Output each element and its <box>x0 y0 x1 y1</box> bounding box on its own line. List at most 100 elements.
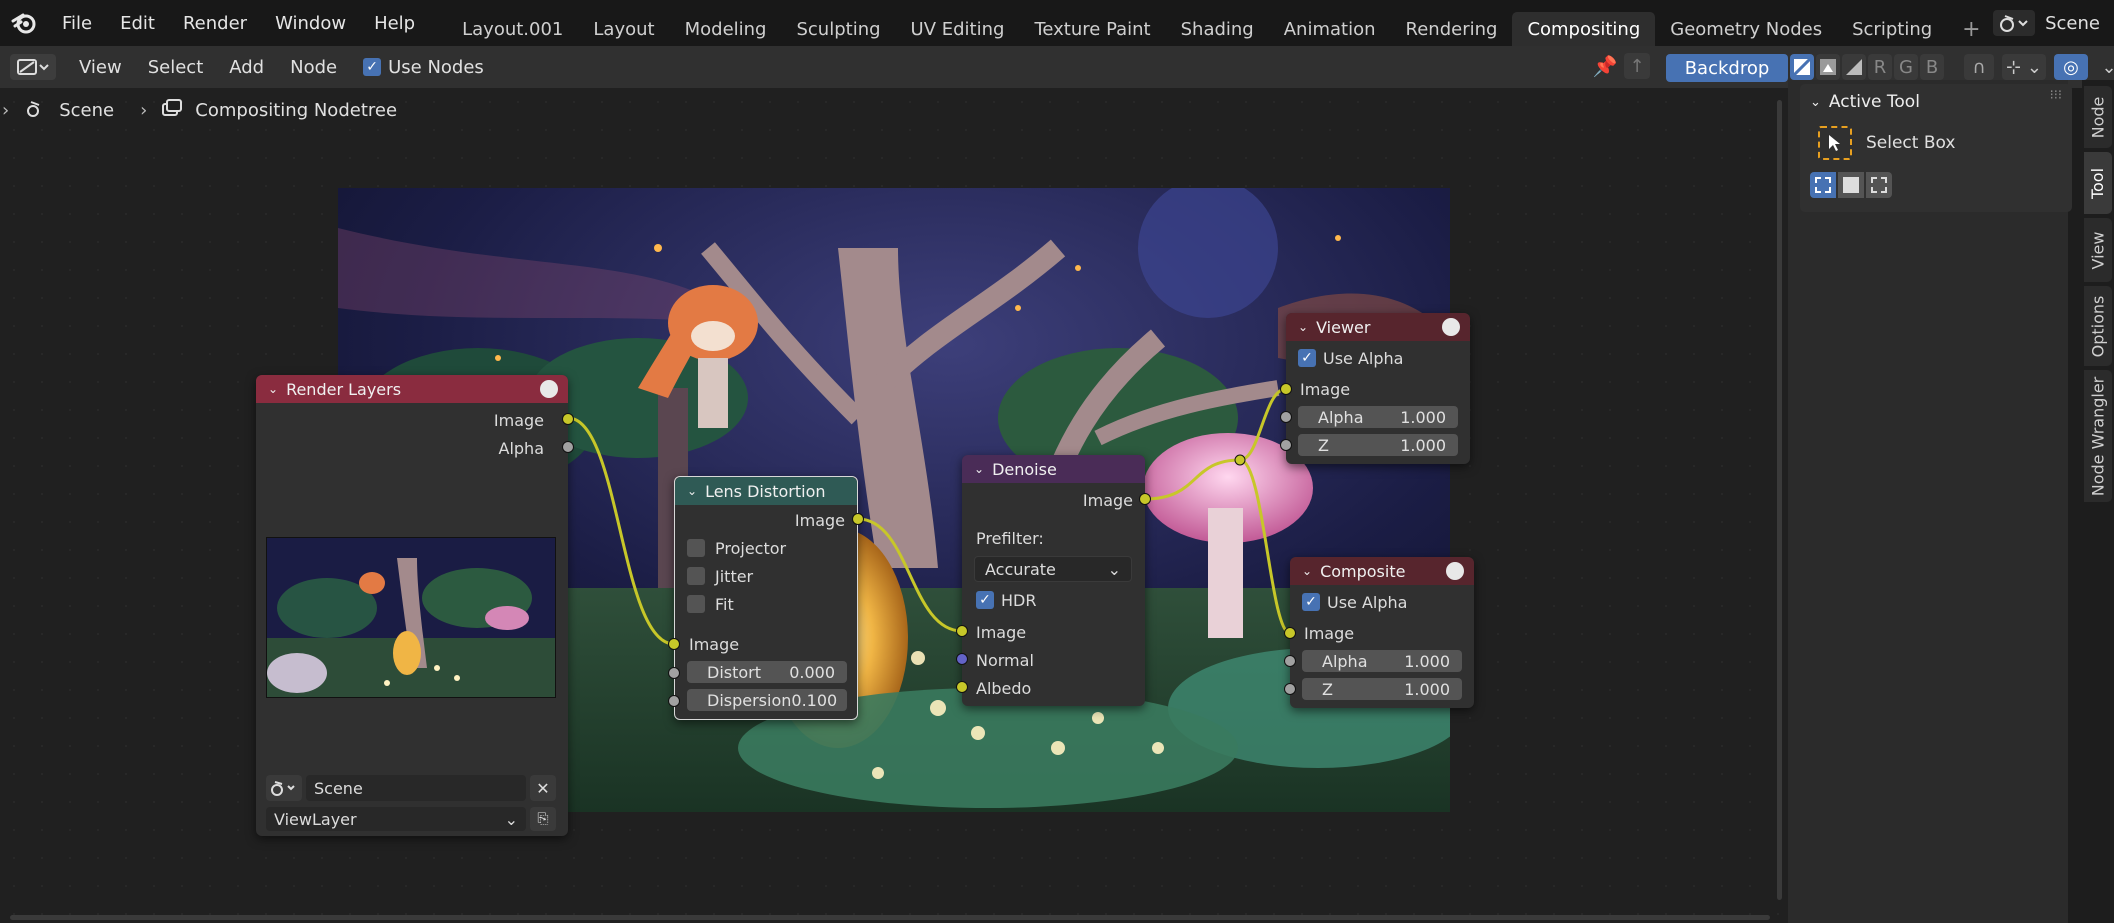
menu-view[interactable]: View <box>66 46 135 88</box>
jitter-checkbox[interactable]: Jitter <box>687 565 753 587</box>
use-alpha-checkbox[interactable]: ✓ Use Alpha <box>1298 347 1403 369</box>
tab-view[interactable]: View <box>2084 218 2112 282</box>
snap-icon[interactable]: ∩ <box>1964 54 1994 80</box>
viewer-node[interactable]: ⌄ Viewer ✓ Use Alpha Image Alpha 1.000 Z 1.… <box>1280 313 1470 464</box>
parent-node-tree-icon[interactable]: ↑ <box>1624 53 1650 79</box>
input-socket[interactable] <box>1284 683 1296 695</box>
use-alpha-checkbox[interactable]: ✓ Use Alpha <box>1302 591 1407 613</box>
menu-render[interactable]: Render <box>169 0 261 46</box>
node-header[interactable]: ⌄ Render Layers <box>256 375 568 403</box>
output-socket[interactable] <box>562 413 574 425</box>
z-field[interactable]: Z 1.000 <box>1298 434 1458 456</box>
scene-icon[interactable] <box>266 775 302 801</box>
chevron-down-icon[interactable]: ⌄ <box>687 484 697 498</box>
view-layer-dropdown[interactable]: ViewLayer ⌄ <box>266 807 526 831</box>
alpha-field[interactable]: Alpha 1.000 <box>1302 650 1462 672</box>
chevron-down-icon[interactable]: ⌄ <box>268 382 278 396</box>
prefilter-dropdown[interactable]: Accurate ⌄ <box>974 556 1132 582</box>
dispersion-field[interactable]: Dispersion 0.100 <box>687 689 847 711</box>
use-nodes-toggle[interactable]: ✓ Use Nodes <box>350 46 497 88</box>
tab-animation[interactable]: Animation <box>1269 12 1391 46</box>
tab-modeling[interactable]: Modeling <box>670 12 782 46</box>
vertical-scrollbar[interactable] <box>1777 100 1782 900</box>
tab-node[interactable]: Node <box>2084 86 2112 148</box>
tab-shading[interactable]: Shading <box>1166 12 1269 46</box>
chevron-down-icon[interactable]: ⌄ <box>974 462 984 476</box>
scene-selector[interactable]: Scene <box>1979 0 2114 46</box>
channel-green-button[interactable]: G <box>1894 54 1918 80</box>
channel-red-button[interactable]: R <box>1868 54 1892 80</box>
menu-select[interactable]: Select <box>135 46 217 88</box>
view-layer-selector[interactable]: ViewLayer ⌄ ⎘ <box>266 807 556 833</box>
scene-selector-field[interactable]: Scene ✕ <box>266 775 556 801</box>
overlays-icon[interactable]: ◎ <box>2054 54 2088 80</box>
input-socket[interactable] <box>956 625 968 637</box>
render-layers-node[interactable]: ⌄ Render Layers Image Alpha Scene ✕ View… <box>256 375 574 836</box>
composite-node[interactable]: ⌄ Composite ✓ Use Alpha Image Alpha 1.000 … <box>1284 557 1474 708</box>
tab-uv-editing[interactable]: UV Editing <box>896 12 1020 46</box>
output-socket[interactable] <box>562 441 574 453</box>
lens-distortion-node[interactable]: ⌄ Lens Distortion Image Projector Jitter… <box>668 476 864 720</box>
chevron-down-icon[interactable]: ⌄ <box>1302 564 1312 578</box>
active-tool-header[interactable]: ⌄ Active Tool <box>1810 88 1920 116</box>
node-header[interactable]: ⌄ Viewer <box>1286 313 1470 341</box>
editor-type-button[interactable] <box>0 46 66 88</box>
menu-node[interactable]: Node <box>277 46 350 88</box>
chevron-down-icon[interactable]: ⌄ <box>1298 320 1308 334</box>
input-socket[interactable] <box>956 681 968 693</box>
mode-subtract-icon[interactable] <box>1866 172 1892 198</box>
alpha-field[interactable]: Alpha 1.000 <box>1298 406 1458 428</box>
menu-add[interactable]: Add <box>216 46 277 88</box>
snap-settings-icon[interactable]: ⊹ ⌄ <box>2002 54 2046 80</box>
drag-handle-icon[interactable]: ⁝⁝⁝ <box>2050 88 2062 103</box>
render-icon[interactable] <box>540 380 558 398</box>
select-box-tool[interactable]: Select Box <box>1818 126 1955 160</box>
tab-rendering[interactable]: Rendering <box>1391 12 1513 46</box>
tab-texture-paint[interactable]: Texture Paint <box>1019 12 1165 46</box>
input-socket[interactable] <box>668 638 680 650</box>
tab-node-wrangler[interactable]: Node Wrangler <box>2084 370 2112 502</box>
tab-tool[interactable]: Tool <box>2084 152 2112 214</box>
fit-checkbox[interactable]: Fit <box>687 593 734 615</box>
tab-sculpting[interactable]: Sculpting <box>781 12 895 46</box>
tab-geometry-nodes[interactable]: Geometry Nodes <box>1655 12 1837 46</box>
render-icon[interactable] <box>1442 318 1460 336</box>
horizontal-scrollbar[interactable] <box>10 915 1770 920</box>
output-socket[interactable] <box>852 513 864 525</box>
distort-field[interactable]: Distort 0.000 <box>687 661 847 683</box>
backdrop-toggle[interactable]: Backdrop <box>1666 54 1788 82</box>
node-header[interactable]: ⌄ Lens Distortion <box>675 477 857 505</box>
display-color-alpha-icon[interactable] <box>1790 54 1814 80</box>
copy-layer-icon[interactable]: ⎘ <box>530 807 556 831</box>
input-socket[interactable] <box>956 653 968 665</box>
channel-blue-button[interactable]: B <box>1920 54 1944 80</box>
tab-compositing[interactable]: Compositing <box>1512 12 1656 46</box>
display-color-icon[interactable] <box>1816 54 1840 80</box>
close-icon[interactable]: ✕ <box>530 775 556 801</box>
menu-window[interactable]: Window <box>261 0 360 46</box>
output-socket[interactable] <box>1139 493 1151 505</box>
hdr-checkbox[interactable]: ✓ HDR <box>976 589 1036 611</box>
mode-extend-icon[interactable] <box>1838 172 1864 198</box>
blender-logo-icon[interactable] <box>0 0 48 46</box>
display-alpha-icon[interactable] <box>1842 54 1866 80</box>
node-header[interactable]: ⌄ Denoise <box>962 455 1145 483</box>
input-socket[interactable] <box>1280 383 1292 395</box>
z-field[interactable]: Z 1.000 <box>1302 678 1462 700</box>
menu-help[interactable]: Help <box>360 0 429 46</box>
node-header[interactable]: ⌄ Composite <box>1290 557 1474 585</box>
pin-icon[interactable]: 📌 <box>1592 53 1618 79</box>
input-socket[interactable] <box>1280 411 1292 423</box>
input-socket[interactable] <box>1284 655 1296 667</box>
menu-file[interactable]: File <box>48 0 106 46</box>
projector-checkbox[interactable]: Projector <box>687 537 786 559</box>
tab-layout[interactable]: Layout <box>578 12 669 46</box>
input-socket[interactable] <box>668 667 680 679</box>
tab-layout-001[interactable]: Layout.001 <box>447 12 578 46</box>
input-socket[interactable] <box>1284 627 1296 639</box>
denoise-node[interactable]: ⌄ Denoise Image Prefilter: Accurate ⌄ ✓ HD… <box>956 455 1151 706</box>
scene-name-input[interactable]: Scene <box>306 775 526 801</box>
menu-edit[interactable]: Edit <box>106 0 169 46</box>
render-icon[interactable] <box>1446 562 1464 580</box>
overlays-dropdown-icon[interactable]: ⌄ <box>2096 54 2114 80</box>
